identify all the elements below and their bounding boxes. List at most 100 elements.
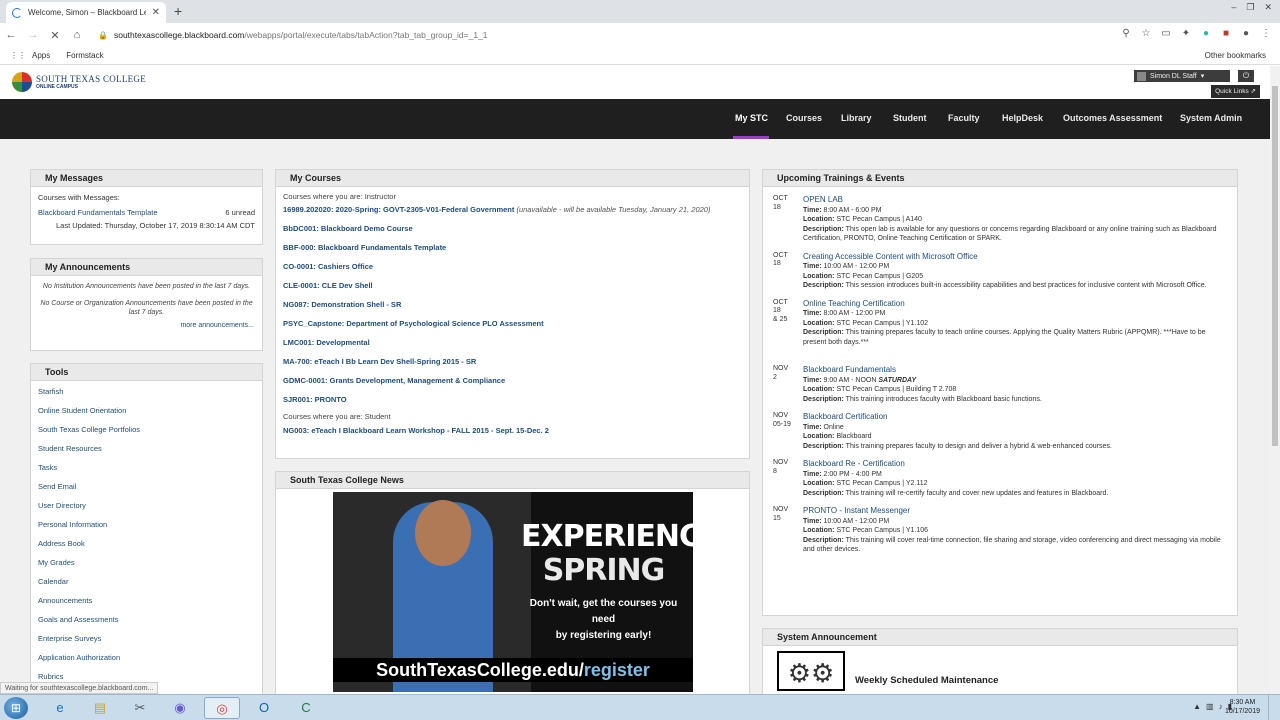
course-link[interactable]: BBF-000: Blackboard Fundamentals Templat…	[283, 243, 446, 252]
event-title-link[interactable]: OPEN LAB	[803, 195, 843, 204]
browser-tab[interactable]: Welcome, Simon – Blackboard Le ✕	[6, 2, 166, 23]
event-item: OCT 18 OPEN LAB Time: 8:00 AM - 6:00 PM L…	[773, 195, 1217, 242]
course-link[interactable]: CLE-0001: CLE Dev Shell	[283, 281, 373, 290]
menu-icon[interactable]: ⋮	[1260, 28, 1272, 39]
tab-library[interactable]: Library	[841, 113, 872, 123]
close-tab-icon[interactable]: ✕	[152, 7, 160, 18]
bookmark-formstack[interactable]: Formstack	[66, 51, 103, 60]
main-nav: My STC Courses Library Student Faculty H…	[0, 99, 1270, 139]
event-title-link[interactable]: Blackboard Re - Certification	[803, 459, 905, 468]
tool-link[interactable]: Student Resources	[38, 444, 102, 453]
upcoming-trainings-module: Upcoming Trainings & Events OCT 18 OPEN L…	[762, 169, 1238, 616]
tab-outcomes-assessment[interactable]: Outcomes Assessment	[1063, 113, 1162, 123]
window-close-icon[interactable]: ✕	[1264, 2, 1272, 13]
tab-courses[interactable]: Courses	[786, 113, 822, 123]
tab-student[interactable]: Student	[893, 113, 927, 123]
course-link[interactable]: 16989.202020: 2020-Spring: GOVT-2305-V01…	[283, 205, 514, 214]
cast-icon[interactable]: ▭	[1160, 28, 1172, 39]
forward-icon[interactable]: →	[22, 29, 44, 41]
course-link[interactable]: GDMC-0001: Grants Development, Managemen…	[283, 376, 505, 385]
restore-icon[interactable]: ❐	[1246, 2, 1254, 13]
chrome-icon[interactable]: ◎	[204, 697, 240, 719]
course-link[interactable]: CO-0001: Cashiers Office	[283, 262, 373, 271]
tool-link[interactable]: Enterprise Surveys	[38, 634, 101, 643]
logo-subtitle: ONLINE CAMPUS	[36, 84, 78, 90]
scrollbar-thumb[interactable]	[1272, 86, 1278, 446]
internet-explorer-icon[interactable]: e	[42, 697, 78, 719]
tab-helpdesk[interactable]: HelpDesk	[1002, 113, 1043, 123]
event-title-link[interactable]: Creating Accessible Content with Microso…	[803, 252, 978, 261]
course-link[interactable]: LMC001: Developmental	[283, 338, 370, 347]
extension-icon[interactable]: ✦	[1180, 28, 1192, 39]
event-title-link[interactable]: Online Teaching Certification	[803, 299, 905, 308]
address-bar[interactable]: 🔒 southtexascollege.blackboard.com/webap…	[98, 26, 1128, 44]
event-item: OCT 18 Creating Accessible Content with M…	[773, 251, 1207, 290]
event-title-link[interactable]: Blackboard Fundamentals	[803, 365, 896, 374]
tool-link[interactable]: Send Email	[38, 482, 76, 491]
file-explorer-icon[interactable]: ▤	[82, 697, 118, 719]
account-icon[interactable]: ●	[1240, 28, 1252, 39]
course-availability-note: (unavailable - will be available Tuesday…	[516, 205, 711, 214]
news-banner-image[interactable]: EXPERIENCE SPRING Don't wait, get the co…	[333, 492, 693, 692]
volume-icon[interactable]: ♪	[1219, 702, 1223, 711]
tool-link[interactable]: Starfish	[38, 387, 63, 396]
course-link[interactable]: SJR001: PRONTO	[283, 395, 347, 404]
extension-icons: ⚲ ☆ ▭ ✦ ● ■ ● ⋮	[1120, 28, 1272, 39]
tool-link[interactable]: My Grades	[38, 558, 75, 567]
tool-link[interactable]: Calendar	[38, 577, 68, 586]
module-title: Tools	[31, 364, 262, 381]
bookmark-apps[interactable]: Apps	[32, 51, 50, 60]
tab-system-admin[interactable]: System Admin	[1180, 113, 1242, 123]
tab-my-stc[interactable]: My STC	[735, 113, 768, 123]
home-icon[interactable]: ⌂	[66, 29, 88, 41]
outlook-icon[interactable]: O	[246, 697, 282, 719]
apps-grid-icon[interactable]: ⋮⋮	[10, 51, 26, 60]
new-tab-icon[interactable]: +	[174, 3, 182, 19]
course-link[interactable]: PSYC_Capstone: Department of Psychologic…	[283, 319, 544, 328]
bookmark-star-icon[interactable]: ☆	[1140, 28, 1152, 39]
tray-icon[interactable]: ▲	[1193, 702, 1201, 711]
course-link[interactable]: BbDC001: Blackboard Demo Course	[283, 224, 413, 233]
user-menu[interactable]: Simon DL Staff ▾	[1134, 70, 1230, 82]
message-course-link[interactable]: Blackboard Fundamentals Template	[38, 208, 158, 217]
tool-link[interactable]: Rubrics	[38, 672, 63, 681]
extension-red-icon[interactable]: ■	[1220, 28, 1232, 39]
chevron-down-icon: ▾	[1200, 73, 1205, 80]
camtasia-icon[interactable]: C	[288, 697, 324, 719]
tool-link[interactable]: Application Authorization	[38, 653, 120, 662]
tool-link[interactable]: Announcements	[38, 596, 92, 605]
tab-faculty[interactable]: Faculty	[948, 113, 980, 123]
gears-icon: ⚙⚙	[777, 651, 845, 691]
other-bookmarks[interactable]: Other bookmarks	[1205, 51, 1266, 60]
network-icon[interactable]: ▥	[1206, 702, 1214, 711]
event-title-link[interactable]: PRONTO - Instant Messenger	[803, 506, 910, 515]
tool-link[interactable]: User Directory	[38, 501, 86, 510]
module-title: System Announcement	[763, 629, 1237, 646]
snipping-tool-icon[interactable]: ✂	[122, 697, 158, 719]
course-link[interactable]: MA-700: eTeach I Bb Learn Dev Shell-Spri…	[283, 357, 476, 366]
tool-link[interactable]: Personal Information	[38, 520, 107, 529]
minimize-icon[interactable]: –	[1231, 2, 1236, 13]
tool-link[interactable]: South Texas College Portfolios	[38, 425, 140, 434]
start-button[interactable]: ⊞	[4, 697, 28, 719]
show-desktop-button[interactable]	[1268, 695, 1280, 720]
grammarly-icon[interactable]: ●	[1200, 28, 1212, 39]
tool-link[interactable]: Online Student Orientation	[38, 406, 126, 415]
course-link[interactable]: NG087: Demonstration Shell - SR	[283, 300, 401, 309]
tool-link[interactable]: Tasks	[38, 463, 57, 472]
course-link[interactable]: NG003: eTeach I Blackboard Learn Worksho…	[283, 426, 549, 435]
back-icon[interactable]: ←	[0, 29, 22, 41]
app-icon[interactable]: ◉	[162, 697, 198, 719]
quick-links-button[interactable]: Quick Links ⇗	[1211, 85, 1260, 98]
zoom-icon[interactable]: ⚲	[1120, 28, 1132, 39]
college-logo[interactable]: SOUTH TEXAS COLLEGE ONLINE CAMPUS	[12, 72, 146, 92]
event-title-link[interactable]: Blackboard Certification	[803, 412, 887, 421]
taskbar-clock[interactable]: 8:30 AM 10/17/2019	[1225, 698, 1260, 716]
url-text: southtexascollege.blackboard.com/webapps…	[113, 30, 488, 40]
logout-icon[interactable]: ⏻	[1238, 70, 1254, 82]
tool-link[interactable]: Goals and Assessments	[38, 615, 118, 624]
more-announcements-link[interactable]: more announcements...	[180, 322, 254, 329]
page-scrollbar[interactable]	[1270, 66, 1280, 694]
stop-icon[interactable]: ✕	[44, 29, 66, 42]
tool-link[interactable]: Address Book	[38, 539, 85, 548]
